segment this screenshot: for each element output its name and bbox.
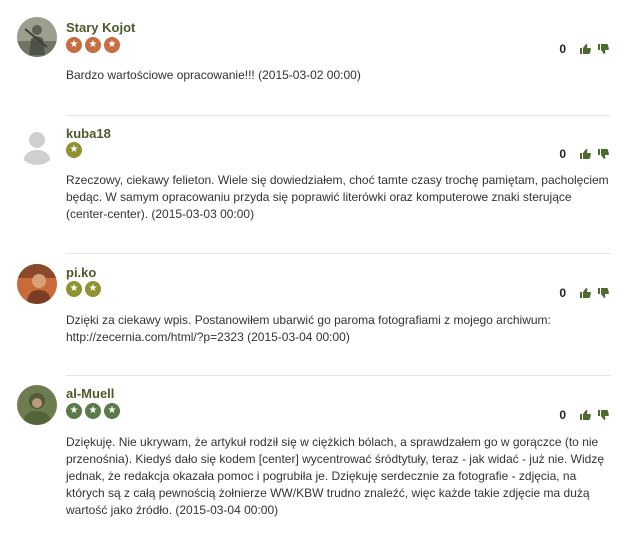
avatar[interactable] (17, 385, 57, 425)
username[interactable]: pi.ko (66, 265, 96, 280)
thumbs-up-icon[interactable] (579, 287, 591, 299)
star-icon: ★ (66, 281, 82, 297)
thumbs-down-icon[interactable] (597, 43, 609, 55)
comment-text: Bardzo wartościowe opracowanie!!! (2015-… (66, 68, 361, 82)
divider (66, 375, 611, 376)
avatar-photo-icon (17, 385, 57, 425)
username[interactable]: Stary Kojot (66, 20, 135, 35)
star-icon: ★ (66, 142, 82, 158)
vote-controls: 0 (559, 147, 609, 161)
avatar-photo-icon (17, 264, 57, 304)
avatar[interactable] (17, 264, 57, 304)
vote-count: 0 (559, 42, 566, 56)
avatar-photo-icon (17, 17, 57, 57)
comment-text: Rzeczowy, ciekawy felieton. Wiele się do… (66, 173, 609, 221)
thumbs-up-icon[interactable] (579, 409, 591, 421)
divider (66, 253, 611, 254)
vote-count: 0 (559, 147, 566, 161)
username[interactable]: kuba18 (66, 126, 111, 141)
rank-stars: ★ (66, 142, 82, 158)
default-avatar-icon (17, 125, 57, 165)
star-icon: ★ (66, 403, 82, 419)
vote-count: 0 (559, 286, 566, 300)
star-icon: ★ (85, 403, 101, 419)
thumbs-up-icon[interactable] (579, 148, 591, 160)
avatar[interactable] (17, 125, 57, 165)
comment-text: Dzięki za ciekawy wpis. Postanowiłem uba… (66, 313, 551, 344)
thumbs-up-icon[interactable] (579, 43, 591, 55)
star-icon: ★ (85, 37, 101, 53)
vote-controls: 0 (559, 42, 609, 56)
star-icon: ★ (104, 403, 120, 419)
thumbs-down-icon[interactable] (597, 287, 609, 299)
thumbs-down-icon[interactable] (597, 148, 609, 160)
divider (66, 115, 611, 116)
avatar[interactable] (17, 17, 57, 57)
vote-controls: 0 (559, 286, 609, 300)
vote-controls: 0 (559, 408, 609, 422)
thumbs-down-icon[interactable] (597, 409, 609, 421)
username[interactable]: al-Muell (66, 386, 114, 401)
star-icon: ★ (66, 37, 82, 53)
comment-text: Dziękuję. Nie ukrywam, że artykuł rodził… (66, 435, 604, 517)
star-icon: ★ (104, 37, 120, 53)
star-icon: ★ (85, 281, 101, 297)
rank-stars: ★ ★ (66, 281, 101, 297)
rank-stars: ★ ★ ★ (66, 403, 120, 419)
rank-stars: ★ ★ ★ (66, 37, 120, 53)
vote-count: 0 (559, 408, 566, 422)
